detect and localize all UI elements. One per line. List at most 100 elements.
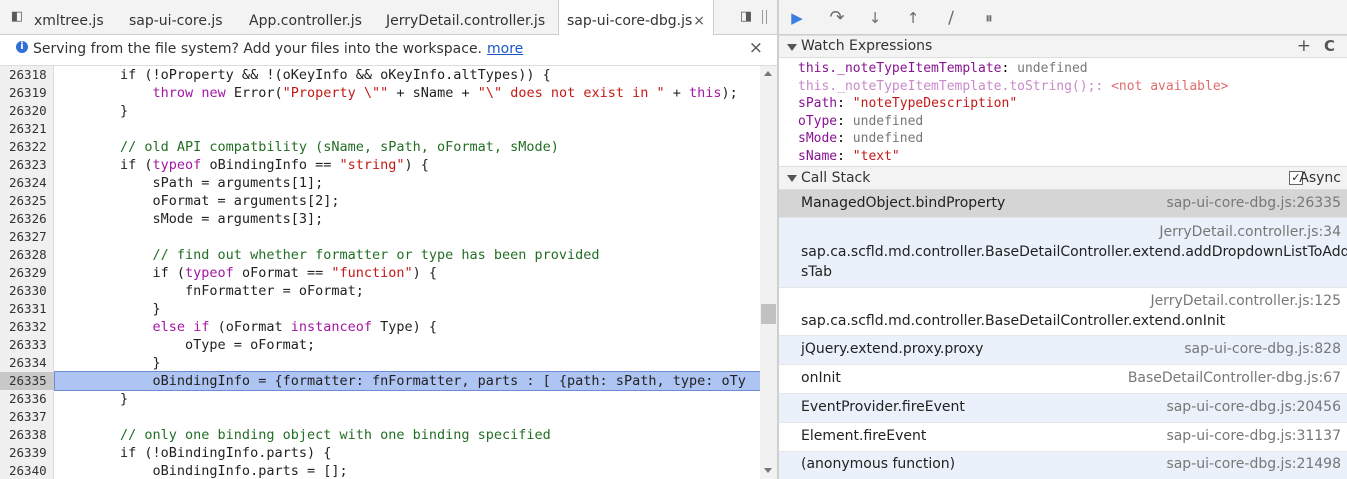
line-number[interactable]: 26332 xyxy=(0,318,54,336)
infobar-more-link[interactable]: more xyxy=(487,41,523,57)
line-number[interactable]: 26321 xyxy=(0,120,54,138)
debugger-toolbar: ▶ ↷ ↓ ↑ ⧸ ⏸ xyxy=(779,0,1347,35)
line-number[interactable]: 26333 xyxy=(0,336,54,354)
call-frame[interactable]: Element.fireEvent sap-ui-core-dbg.js:311… xyxy=(779,423,1347,452)
line-number-gutter[interactable]: 26318 26319 26320 26321 26322 26323 2632… xyxy=(0,66,54,479)
watch-item[interactable]: sPath: "noteTypeDescription" xyxy=(798,95,1017,113)
code-line[interactable]: // only one binding object with one bind… xyxy=(55,426,760,444)
line-number[interactable]: 26338 xyxy=(0,426,54,444)
watch-item[interactable]: oType: undefined xyxy=(798,113,923,131)
call-stack-header[interactable]: Call Stack ✓ Async xyxy=(779,166,1347,190)
call-frame-location[interactable]: sap-ui-core-dbg.js:31137 xyxy=(1166,428,1341,444)
line-number[interactable]: 26337 xyxy=(0,408,54,426)
pause-on-exceptions-icon[interactable]: ⏸ xyxy=(979,8,999,28)
sidebar-toggle-icon[interactable]: ◨ xyxy=(737,9,755,25)
tab-sap-ui-core[interactable]: sap-ui-core.js xyxy=(129,0,223,34)
scroll-up-icon[interactable] xyxy=(764,71,772,76)
code-line[interactable]: if (typeof oBindingInfo == "string") { xyxy=(55,156,760,174)
code-line[interactable]: } xyxy=(55,102,760,120)
call-frame[interactable]: EventProvider.fireEvent sap-ui-core-dbg.… xyxy=(779,394,1347,423)
watch-item[interactable]: this._noteTypeItemTemplate.toString();: … xyxy=(798,78,1228,96)
code-line[interactable]: } xyxy=(55,300,760,318)
line-number[interactable]: 26334 xyxy=(0,354,54,372)
code-line[interactable] xyxy=(55,408,760,426)
call-frame-location[interactable]: sap-ui-core-dbg.js:20456 xyxy=(1166,399,1341,415)
refresh-watch-icon[interactable]: C xyxy=(1324,36,1335,57)
line-number[interactable]: 26319 xyxy=(0,84,54,102)
call-frame[interactable]: JerryDetail.controller.js:34 sap.ca.scfl… xyxy=(779,218,1347,288)
code-line[interactable]: else if (oFormat instanceof Type) { xyxy=(55,318,760,336)
tab-app-controller[interactable]: App.controller.js xyxy=(249,0,362,34)
tab-sap-ui-core-dbg[interactable]: sap-ui-core-dbg.js × xyxy=(558,0,714,35)
line-number[interactable]: 26322 xyxy=(0,138,54,156)
code-editor[interactable]: 26318 26319 26320 26321 26322 26323 2632… xyxy=(0,66,760,479)
line-number[interactable]: 26326 xyxy=(0,210,54,228)
line-number[interactable]: 26340 xyxy=(0,462,54,479)
collapse-triangle-icon[interactable] xyxy=(787,44,797,51)
code-line[interactable]: sPath = arguments[1]; xyxy=(55,174,760,192)
scrollbar-thumb[interactable] xyxy=(761,304,776,324)
code-line[interactable]: oFormat = arguments[2]; xyxy=(55,192,760,210)
deactivate-breakpoints-icon[interactable]: ⧸ xyxy=(941,8,961,28)
line-number[interactable]: 26320 xyxy=(0,102,54,120)
step-over-icon[interactable]: ↷ xyxy=(827,8,847,28)
call-frame-location[interactable]: sap-ui-core-dbg.js:21498 xyxy=(1166,456,1341,472)
line-number[interactable]: 26324 xyxy=(0,174,54,192)
code-line[interactable]: oType = oFormat; xyxy=(55,336,760,354)
watch-item[interactable]: sName: "text" xyxy=(798,148,900,165)
watch-item[interactable]: sMode: undefined xyxy=(798,130,923,148)
step-out-icon[interactable]: ↑ xyxy=(903,8,923,28)
code-line[interactable] xyxy=(55,120,760,138)
code-line[interactable]: // old API compatbility (sName, sPath, o… xyxy=(55,138,760,156)
call-frame-location[interactable]: sap-ui-core-dbg.js:26335 xyxy=(1166,195,1341,211)
add-watch-icon[interactable]: + xyxy=(1297,36,1311,57)
line-number[interactable]: 26331 xyxy=(0,300,54,318)
call-frame-location[interactable]: sap-ui-core-dbg.js:828 xyxy=(1184,341,1341,357)
collapse-triangle-icon[interactable] xyxy=(787,175,797,182)
scroll-down-icon[interactable] xyxy=(764,468,772,473)
code-line[interactable]: if (typeof oFormat == "function") { xyxy=(55,264,760,282)
code-line[interactable] xyxy=(55,228,760,246)
call-frame-location[interactable]: JerryDetail.controller.js:34 xyxy=(1159,224,1341,240)
call-frame[interactable]: JerryDetail.controller.js:125 sap.ca.scf… xyxy=(779,288,1347,336)
code-line[interactable]: throw new Error("Property \"" + sName + … xyxy=(55,84,760,102)
watch-item[interactable]: this._noteTypeItemTemplate: undefined xyxy=(798,60,1088,78)
code-line[interactable]: } xyxy=(55,390,760,408)
code-line[interactable]: fnFormatter = oFormat; xyxy=(55,282,760,300)
call-frame-location[interactable]: JerryDetail.controller.js:125 xyxy=(1150,293,1341,309)
code-line[interactable]: sMode = arguments[3]; xyxy=(55,210,760,228)
code-line[interactable]: oBindingInfo.parts = []; xyxy=(55,462,760,479)
editor-vertical-scrollbar[interactable] xyxy=(760,66,777,479)
current-execution-line[interactable]: oBindingInfo = {formatter: fnFormatter, … xyxy=(54,371,760,391)
tab-xmltree[interactable]: xmltree.js xyxy=(34,0,104,34)
line-number[interactable]: 26318 xyxy=(0,66,54,84)
resume-icon[interactable]: ▶ xyxy=(787,8,807,28)
line-number-current[interactable]: 26335 xyxy=(0,372,54,390)
line-number[interactable]: 26336 xyxy=(0,390,54,408)
async-label: Async xyxy=(1299,170,1341,186)
step-into-icon[interactable]: ↓ xyxy=(865,8,885,28)
code-line[interactable]: } xyxy=(55,354,760,372)
line-number[interactable]: 26329 xyxy=(0,264,54,282)
line-number[interactable]: 26328 xyxy=(0,246,54,264)
call-frame[interactable]: onInit BaseDetailController-dbg.js:67 xyxy=(779,365,1347,394)
call-frame-location[interactable]: BaseDetailController-dbg.js:67 xyxy=(1128,370,1341,386)
watch-expression: sPath xyxy=(798,96,838,111)
debugger-sidebar: ▶ ↷ ↓ ↑ ⧸ ⏸ Watch Expressions + C this._… xyxy=(779,0,1347,479)
call-frame[interactable]: (anonymous function) sap-ui-core-dbg.js:… xyxy=(779,452,1347,479)
line-number[interactable]: 26325 xyxy=(0,192,54,210)
infobar-close-icon[interactable]: × xyxy=(749,38,763,58)
line-number[interactable]: 26339 xyxy=(0,444,54,462)
line-number[interactable]: 26330 xyxy=(0,282,54,300)
line-number[interactable]: 26323 xyxy=(0,156,54,174)
tab-jerrydetail-controller[interactable]: JerryDetail.controller.js xyxy=(386,0,545,34)
call-frame-selected[interactable]: ManagedObject.bindProperty sap-ui-core-d… xyxy=(779,190,1347,218)
navigator-toggle-icon[interactable]: ◧ xyxy=(8,9,26,25)
watch-expressions-header[interactable]: Watch Expressions + C xyxy=(779,35,1347,58)
code-line[interactable]: if (!oBindingInfo.parts) { xyxy=(55,444,760,462)
code-line[interactable]: if (!oProperty && !(oKeyInfo && oKeyInfo… xyxy=(55,66,760,84)
code-line[interactable]: // find out whether formatter or type ha… xyxy=(55,246,760,264)
tab-overflow-icon[interactable] xyxy=(762,10,767,24)
line-number[interactable]: 26327 xyxy=(0,228,54,246)
call-frame[interactable]: jQuery.extend.proxy.proxy sap-ui-core-db… xyxy=(779,336,1347,365)
